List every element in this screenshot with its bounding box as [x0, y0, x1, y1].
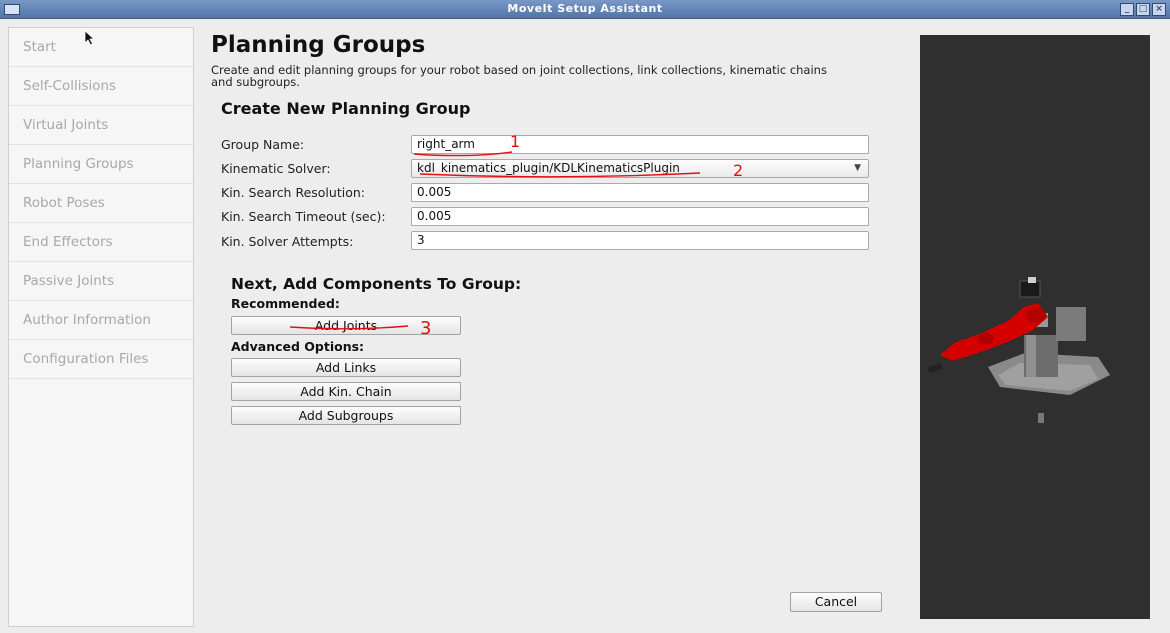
cancel-button[interactable]: Cancel	[790, 592, 882, 612]
robot-model	[927, 277, 1110, 423]
section-title: Create New Planning Group	[221, 99, 471, 118]
advanced-options-label: Advanced Options:	[231, 339, 365, 354]
kinematic-solver-select[interactable]: kdl_kinematics_plugin/KDLKinematicsPlugi…	[411, 159, 869, 178]
kinematic-solver-label: Kinematic Solver:	[221, 161, 331, 176]
search-timeout-input[interactable]: 0.005	[411, 207, 869, 226]
robot-head-sensor	[1028, 277, 1036, 283]
components-title: Next, Add Components To Group:	[231, 275, 522, 293]
add-kin-chain-button[interactable]: Add Kin. Chain	[231, 382, 461, 401]
robot-head-display	[1019, 280, 1041, 298]
robot-gripper	[927, 362, 943, 374]
search-resolution-label: Kin. Search Resolution:	[221, 185, 365, 200]
page-title: Planning Groups	[211, 32, 426, 58]
recommended-label: Recommended:	[231, 296, 340, 311]
robot-control-box	[1056, 307, 1086, 341]
add-subgroups-button[interactable]: Add Subgroups	[231, 406, 461, 425]
robot-pedestal-highlight	[1026, 335, 1036, 377]
solver-attempts-label: Kin. Solver Attempts:	[221, 234, 354, 249]
group-name-input[interactable]: right_arm	[411, 135, 869, 154]
group-name-label: Group Name:	[221, 137, 305, 152]
robot-3d-viewer[interactable]	[920, 35, 1150, 619]
add-links-button[interactable]: Add Links	[231, 358, 461, 377]
page-description: Create and edit planning groups for your…	[211, 63, 827, 89]
add-joints-button[interactable]: Add Joints	[231, 316, 461, 335]
robot-base-foot	[1038, 413, 1044, 423]
search-timeout-label: Kin. Search Timeout (sec):	[221, 209, 386, 224]
robot-elbow-joint	[978, 333, 994, 345]
robot-shoulder-joint	[1026, 307, 1046, 323]
search-resolution-input[interactable]: 0.005	[411, 183, 869, 202]
chevron-down-icon: ▼	[854, 163, 861, 173]
solver-attempts-input[interactable]: 3	[411, 231, 869, 250]
kinematic-solver-value: kdl_kinematics_plugin/KDLKinematicsPlugi…	[417, 161, 680, 175]
